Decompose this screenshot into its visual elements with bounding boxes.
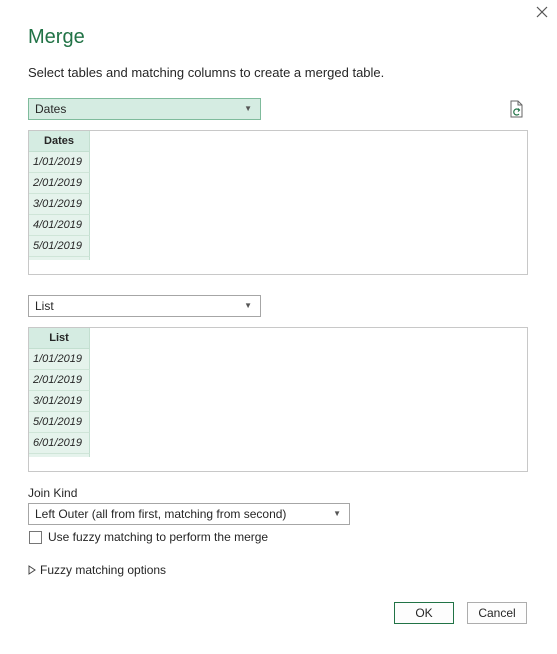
refresh-preview-button[interactable]	[509, 100, 525, 118]
refresh-icon	[510, 100, 523, 118]
first-table-preview: Dates 1/01/2019 2/01/2019 3/01/2019 4/01…	[28, 130, 528, 275]
chevron-down-icon: ▼	[244, 301, 252, 310]
fuzzy-options-toggle[interactable]: Fuzzy matching options	[28, 563, 166, 577]
close-icon	[536, 6, 548, 18]
second-table-dropdown[interactable]: List ▼	[28, 295, 261, 317]
join-kind-label: Join Kind	[28, 486, 78, 500]
fuzzy-options-label: Fuzzy matching options	[40, 563, 167, 577]
second-table-column: List 1/01/2019 2/01/2019 3/01/2019 5/01/…	[29, 328, 90, 457]
fuzzy-matching-label[interactable]: Use fuzzy matching to perform the merge	[48, 530, 268, 544]
chevron-down-icon: ▼	[244, 104, 252, 113]
first-table-column: Dates 1/01/2019 2/01/2019 3/01/2019 4/01…	[29, 131, 90, 260]
dialog-title: Merge	[28, 26, 85, 48]
table-cell[interactable]: 4/01/2019	[29, 215, 90, 236]
join-kind-dropdown[interactable]: Left Outer (all from first, matching fro…	[28, 503, 350, 525]
second-table-selected: List	[35, 299, 54, 313]
table-cell[interactable]: 3/01/2019	[29, 391, 90, 412]
table-cell[interactable]: 2/01/2019	[29, 370, 90, 391]
chevron-down-icon: ▼	[333, 509, 341, 518]
first-table-dropdown[interactable]: Dates ▼	[28, 98, 261, 120]
dialog-subtitle: Select tables and matching columns to cr…	[28, 65, 385, 80]
expand-triangle-icon	[28, 565, 36, 575]
first-table-column-header[interactable]: Dates	[29, 131, 90, 152]
fuzzy-matching-checkbox[interactable]	[29, 530, 42, 544]
table-cell[interactable]: 6/01/2019	[29, 433, 90, 454]
ok-button[interactable]: OK	[394, 602, 454, 624]
fuzzy-matching-row: Use fuzzy matching to perform the merge	[29, 530, 268, 544]
second-table-preview: List 1/01/2019 2/01/2019 3/01/2019 5/01/…	[28, 327, 528, 472]
column-spacer	[29, 454, 90, 457]
table-cell[interactable]: 3/01/2019	[29, 194, 90, 215]
close-button[interactable]	[534, 4, 550, 20]
table-cell[interactable]: 1/01/2019	[29, 152, 90, 173]
table-cell[interactable]: 1/01/2019	[29, 349, 90, 370]
table-cell[interactable]: 5/01/2019	[29, 236, 90, 257]
table-cell[interactable]: 2/01/2019	[29, 173, 90, 194]
column-spacer	[29, 257, 90, 260]
cancel-button[interactable]: Cancel	[467, 602, 527, 624]
table-cell[interactable]: 5/01/2019	[29, 412, 90, 433]
first-table-selected: Dates	[35, 102, 67, 116]
second-table-column-header[interactable]: List	[29, 328, 90, 349]
join-kind-selected: Left Outer (all from first, matching fro…	[35, 507, 287, 521]
